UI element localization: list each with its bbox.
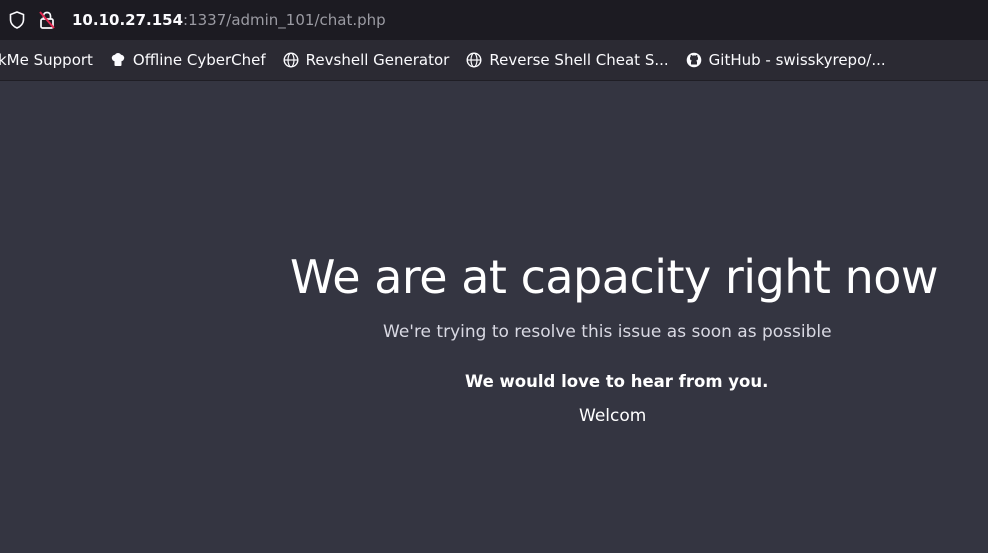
url-bar[interactable]: 10.10.27.154:1337/admin_101/chat.php [0,0,988,40]
bookmark-offline-cyberchef[interactable]: Offline CyberChef [109,51,266,69]
bookmark-label: Offline CyberChef [132,51,266,69]
globe-icon [282,51,300,69]
bookmark-reverse-shell-cheat-sheet[interactable]: Reverse Shell Cheat S... [465,51,669,69]
shield-icon[interactable] [6,9,28,31]
bookmark-label: Reverse Shell Cheat S... [489,51,669,69]
url-text[interactable]: 10.10.27.154:1337/admin_101/chat.php [72,11,386,29]
url-path: :1337/admin_101/chat.php [183,11,386,29]
bookmarks-toolbar: kMe Support Offline CyberChef Revshell G… [0,40,988,81]
welcome-message: Welcom [579,406,647,426]
bookmark-revshell-generator[interactable]: Revshell Generator [282,51,450,69]
bookmark-label: kMe Support [0,51,93,69]
bookmark-label: Revshell Generator [305,51,450,69]
globe-icon [465,51,483,69]
page-title: We are at capacity right now [290,250,939,304]
page-subtitle: We're trying to resolve this issue as so… [383,322,832,342]
bookmark-kme-support[interactable]: kMe Support [0,51,93,69]
insecure-lock-icon[interactable] [36,9,58,31]
bookmark-label: GitHub - swisskyrepo/... [708,51,886,69]
chef-hat-icon [109,51,127,69]
love-message: We would love to hear from you. [465,372,769,391]
url-host: 10.10.27.154 [72,11,184,29]
page-content [0,81,988,553]
bookmark-github-swisskyrepo[interactable]: GitHub - swisskyrepo/... [685,51,886,69]
github-icon [685,51,703,69]
